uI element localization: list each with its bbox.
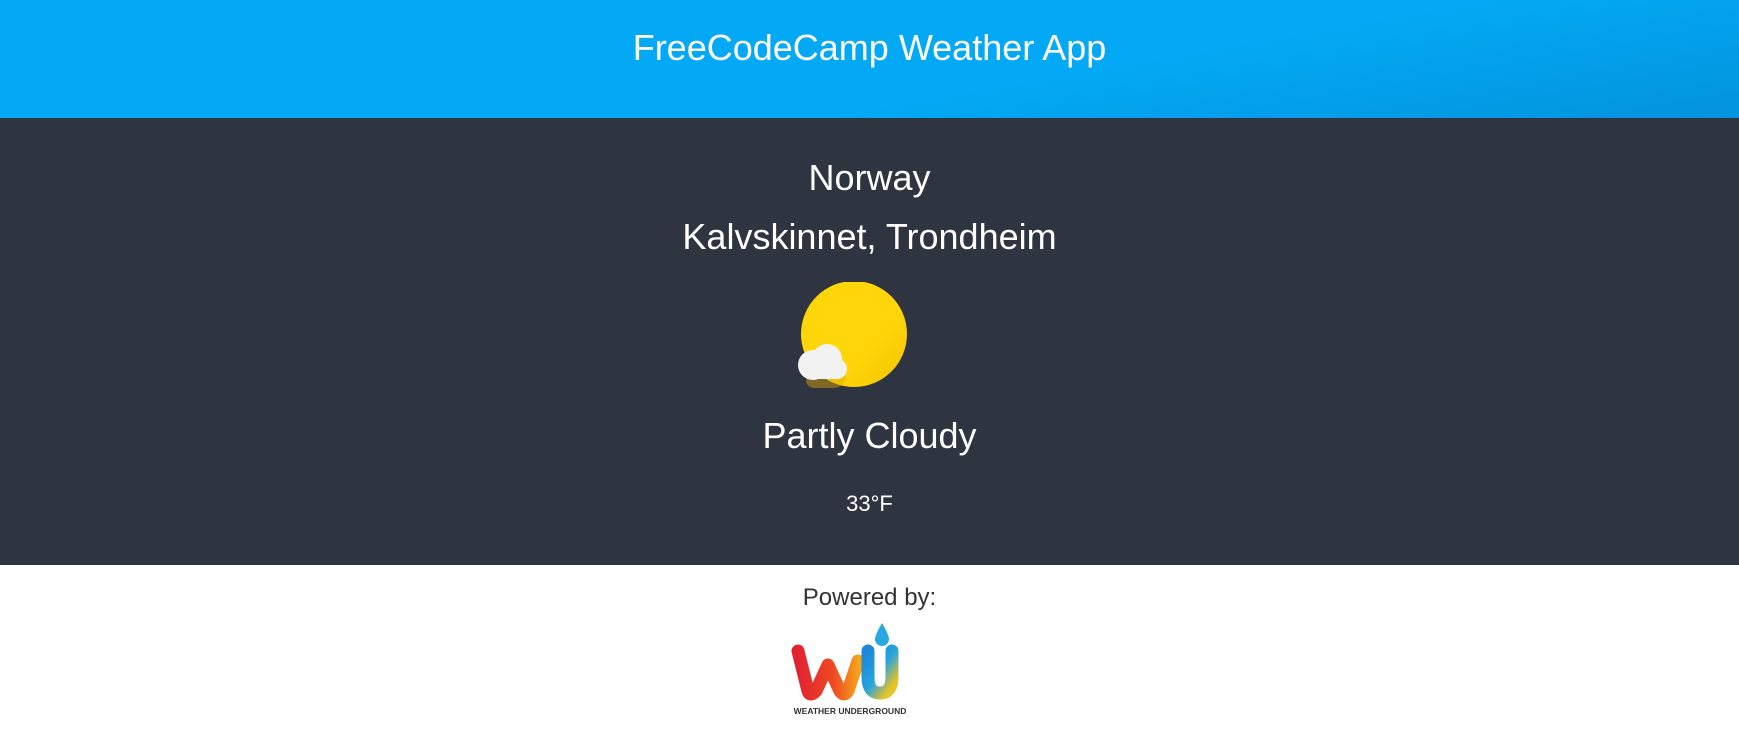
app-title: FreeCodeCamp Weather App [632, 27, 1107, 68]
logo-text: WEATHER UNDERGROUND [794, 706, 907, 716]
drop-icon [875, 623, 889, 646]
weather-condition: Partly Cloudy [762, 415, 977, 456]
app-header: FreeCodeCamp Weather App [0, 0, 1739, 118]
city-label: Kalvskinnet, Trondheim [682, 216, 1057, 257]
country-label: Norway [808, 157, 931, 198]
footer: Powered by: WEATHER UNDERGROUND [0, 565, 1739, 729]
partly-cloudy-icon [798, 282, 907, 388]
weather-underground-logo[interactable]: WEATHER UNDERGROUND [790, 621, 910, 721]
powered-by-label: Powered by: [802, 584, 937, 611]
weather-panel: Norway Kalvskinnet, Trondheim Partly Clo… [0, 118, 1739, 565]
temperature-toggle[interactable]: 33°F [0, 490, 1739, 518]
